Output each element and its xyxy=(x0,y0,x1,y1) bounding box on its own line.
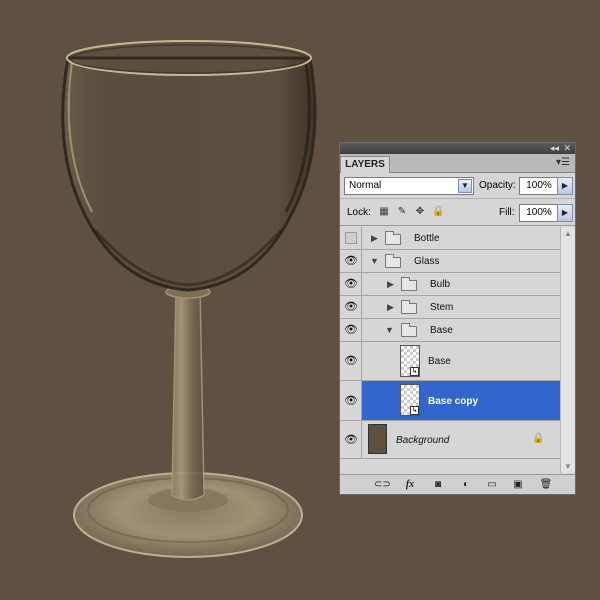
scroll-up-icon[interactable]: ▲ xyxy=(561,227,575,240)
blend-mode-value: Normal xyxy=(349,180,382,191)
folder-icon xyxy=(385,231,401,245)
fill-slider-arrow-icon[interactable]: ▶ xyxy=(557,204,573,222)
layers-scrollbar[interactable]: ▲ ▼ xyxy=(560,227,575,473)
visibility-off-icon[interactable] xyxy=(345,232,357,244)
lock-all-icon[interactable]: 🔒 xyxy=(432,206,444,218)
layer-row-base[interactable]: 👁 ↳ Base xyxy=(340,342,560,381)
trash-icon[interactable]: 🗑 xyxy=(538,478,554,492)
folder-icon xyxy=(385,254,401,268)
layer-name: Base copy xyxy=(428,396,479,407)
smart-object-icon: ↳ xyxy=(410,367,419,376)
visibility-toggle[interactable]: 👁 xyxy=(340,342,362,380)
layer-thumbnail: ↳ xyxy=(400,345,420,377)
fill-label: Fill: xyxy=(499,207,515,218)
layer-row-base-group[interactable]: 👁 ▼ Base xyxy=(340,319,560,342)
background-thumbnail xyxy=(368,424,387,454)
chevron-down-icon[interactable]: ▼ xyxy=(458,179,472,193)
layer-name: Base xyxy=(428,356,451,367)
layer-name: Background xyxy=(396,435,450,446)
visibility-toggle[interactable]: 👁 xyxy=(340,421,362,458)
eye-icon[interactable]: 👁 xyxy=(344,435,358,446)
layer-row-bulb[interactable]: 👁 ▶ Bulb xyxy=(340,273,560,296)
eye-icon[interactable]: 👁 xyxy=(344,325,358,336)
layer-name: Bottle xyxy=(414,233,440,244)
layer-list: ▶ Bottle 👁 ▼ Glass 👁 ▶ Bulb 👁 ▶ Stem 👁 ▼… xyxy=(340,227,560,473)
expand-triangle-icon[interactable]: ▶ xyxy=(387,279,394,290)
visibility-toggle[interactable]: 👁 xyxy=(340,250,362,272)
layer-row-background[interactable]: 👁 Background 🔒 xyxy=(340,421,560,459)
lock-position-icon[interactable]: ✥ xyxy=(414,206,426,218)
new-group-icon[interactable]: ▭ xyxy=(484,478,500,492)
eye-icon[interactable]: 👁 xyxy=(344,302,358,313)
folder-icon xyxy=(401,300,417,314)
layer-row-glass[interactable]: 👁 ▼ Glass xyxy=(340,250,560,273)
layer-name: Base xyxy=(430,325,453,336)
layers-panel: ◂◂ ✕ LAYERS ▾☰ Normal ▼ Opacity: 100% ▶ … xyxy=(339,142,576,495)
collapse-triangle-icon[interactable]: ▼ xyxy=(385,325,394,335)
folder-icon xyxy=(401,323,417,337)
eye-icon[interactable]: 👁 xyxy=(344,396,358,407)
collapse-panel-icon[interactable]: ◂◂ xyxy=(550,143,559,154)
lock-icon: 🔒 xyxy=(532,433,545,444)
scroll-down-icon[interactable]: ▼ xyxy=(561,460,575,473)
expand-triangle-icon[interactable]: ▶ xyxy=(387,302,394,313)
close-panel-icon[interactable]: ✕ xyxy=(563,143,571,154)
visibility-toggle[interactable]: 👁 xyxy=(340,296,362,318)
tab-layers[interactable]: LAYERS xyxy=(340,156,390,173)
opacity-field[interactable]: 100% xyxy=(519,177,559,195)
eye-icon[interactable]: 👁 xyxy=(344,279,358,290)
expand-triangle-icon[interactable]: ▶ xyxy=(371,233,378,244)
mask-icon[interactable]: ◙ xyxy=(430,478,446,492)
panel-tab-bar: LAYERS ▾☰ xyxy=(340,154,575,173)
layer-row-bottle[interactable]: ▶ Bottle xyxy=(340,227,560,250)
folder-icon xyxy=(401,277,417,291)
visibility-toggle[interactable]: 👁 xyxy=(340,319,362,341)
layers-footer-toolbar: ⊂⊃ fx ◙ ◐ ▭ ▣ 🗑 xyxy=(340,474,575,494)
layer-row-stem[interactable]: 👁 ▶ Stem xyxy=(340,296,560,319)
panel-title-bar[interactable]: ◂◂ ✕ xyxy=(340,143,575,154)
blend-mode-select[interactable]: Normal ▼ xyxy=(344,177,474,195)
layer-thumbnail: ↳ xyxy=(400,384,420,416)
smart-object-icon: ↳ xyxy=(410,406,419,415)
visibility-toggle[interactable]: 👁 xyxy=(340,381,362,420)
visibility-toggle[interactable] xyxy=(340,227,362,249)
link-icon[interactable]: ⊂⊃ xyxy=(374,478,391,492)
lock-label: Lock: xyxy=(347,207,371,218)
fx-icon[interactable]: fx xyxy=(402,478,418,492)
layer-name: Glass xyxy=(414,256,440,267)
adjustment-icon[interactable]: ◐ xyxy=(458,478,474,492)
opacity-slider-arrow-icon[interactable]: ▶ xyxy=(557,177,573,195)
panel-menu-icon[interactable]: ▾☰ xyxy=(556,157,570,168)
opacity-label: Opacity: xyxy=(479,180,516,191)
visibility-toggle[interactable]: 👁 xyxy=(340,273,362,295)
new-layer-icon[interactable]: ▣ xyxy=(510,478,526,492)
lock-image-icon[interactable]: ✎ xyxy=(396,206,408,218)
layer-row-base-copy[interactable]: 👁 ↳ Base copy xyxy=(340,381,560,421)
eye-icon[interactable]: 👁 xyxy=(344,356,358,367)
fill-field[interactable]: 100% xyxy=(519,204,559,222)
lock-row: Lock: ▦ ✎ ✥ 🔒 Fill: 100% ▶ xyxy=(340,200,575,226)
collapse-triangle-icon[interactable]: ▼ xyxy=(370,256,379,266)
blend-options-row: Normal ▼ Opacity: 100% ▶ xyxy=(340,173,575,199)
eye-icon[interactable]: 👁 xyxy=(344,256,358,267)
lock-transparent-icon[interactable]: ▦ xyxy=(378,206,390,218)
layer-name: Bulb xyxy=(430,279,451,290)
layer-name: Stem xyxy=(430,302,454,313)
